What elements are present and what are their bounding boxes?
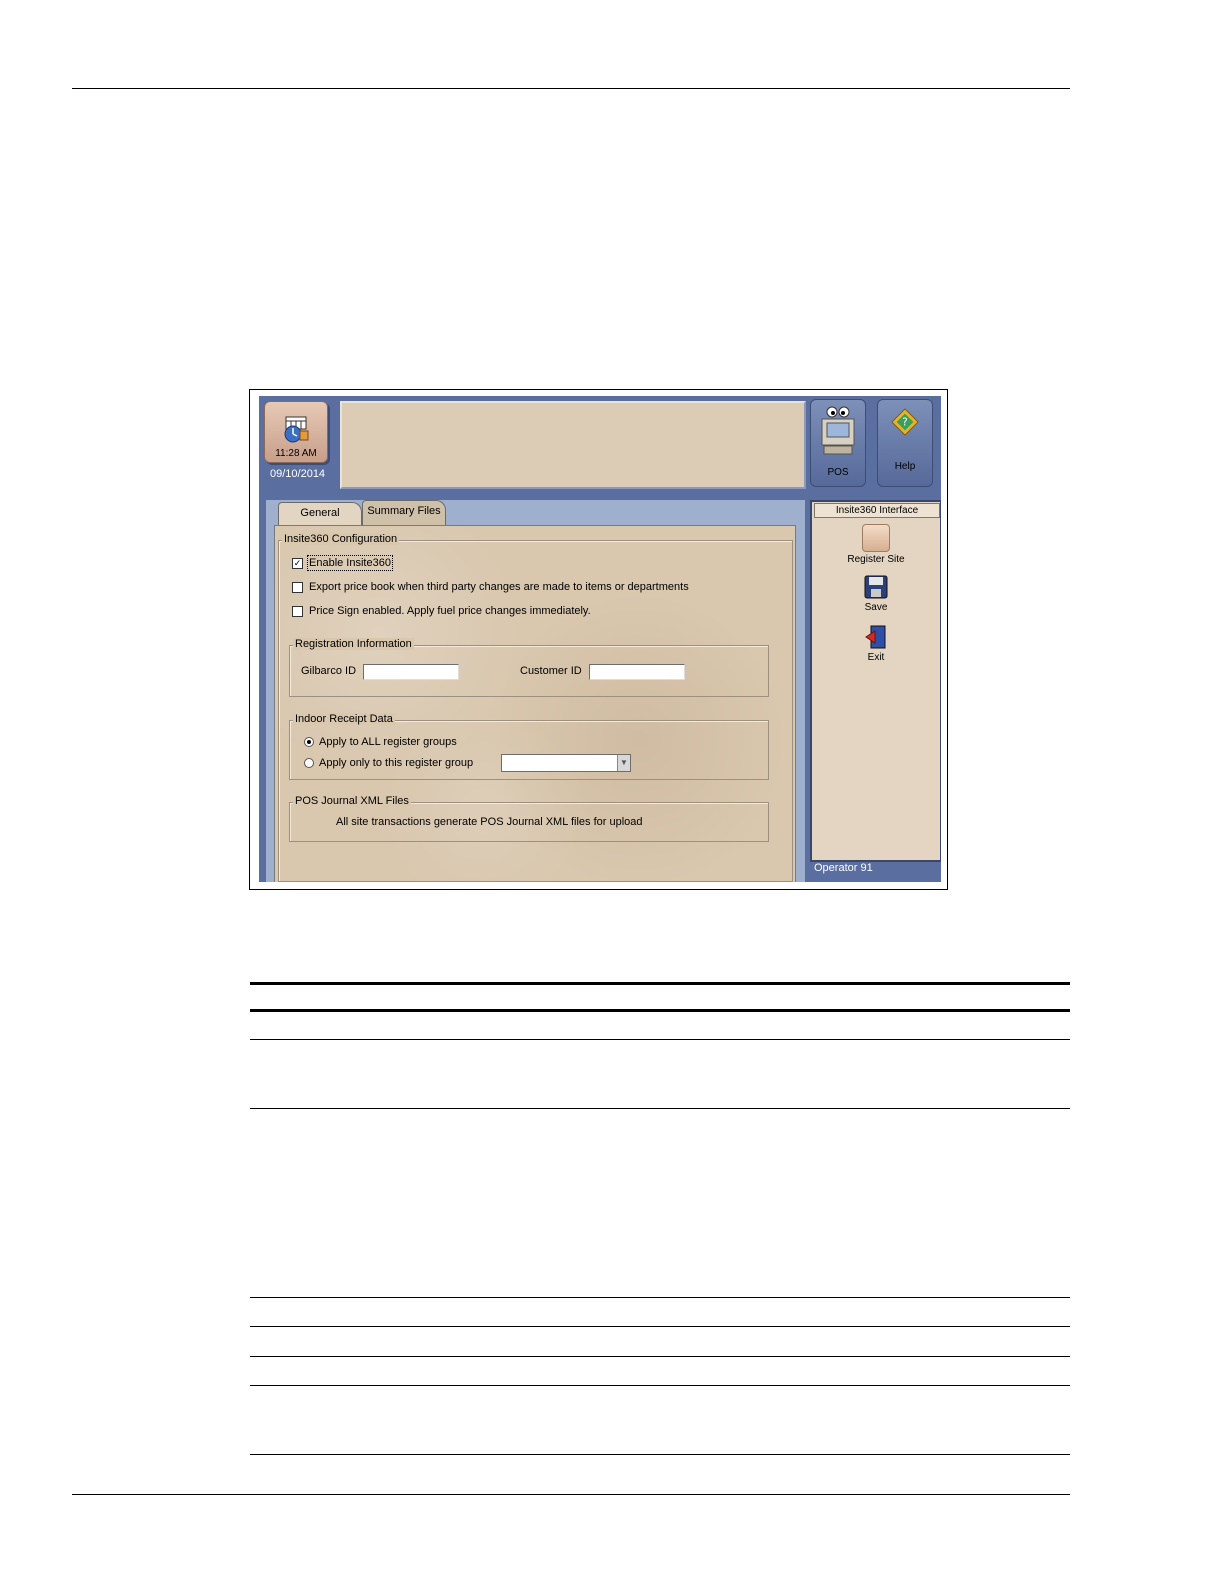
chevron-down-icon[interactable]: ▼ [617,755,630,771]
table-top-rule [250,982,1070,985]
gilbarco-id-field[interactable] [363,664,459,680]
help-button-label: Help [894,461,916,472]
screenshot-frame: 11:28 AM 09/10/2014 POS ? Help General S… [249,389,948,890]
message-area [340,401,806,489]
export-price-book-option[interactable]: Export price book when third party chang… [292,581,689,593]
operator-label: Operator 91 [814,862,873,874]
exit-door-icon [865,625,886,649]
help-button[interactable]: ? Help [877,399,933,487]
pos-button-label: POS [827,467,849,478]
price-sign-label: Price Sign enabled. Apply fuel price cha… [309,605,591,617]
insite360-window: 11:28 AM 09/10/2014 POS ? Help General S… [259,396,941,882]
table-row-rule [250,1297,1070,1298]
pos-journal-xml-text: All site transactions generate POS Journ… [336,816,643,828]
apply-this-group-label: Apply only to this register group [319,757,474,769]
customer-id-label: Customer ID [520,665,582,677]
apply-all-groups-radio[interactable] [304,737,314,748]
footer-rule [72,1494,1070,1495]
main-panel: General Summary Files Insite360 Configur… [266,500,805,882]
enable-insite360-checkbox[interactable]: ✓ [292,557,303,569]
table-row-rule [250,1454,1070,1455]
apply-all-groups-label: Apply to ALL register groups [319,736,457,748]
insite360-configuration-group: Insite360 Configuration ✓ Enable Insite36… [278,533,793,882]
exit-label: Exit [867,652,885,663]
general-tab-content: Insite360 Configuration ✓ Enable Insite36… [274,525,796,882]
apply-this-group-option[interactable]: Apply only to this register group [304,757,473,769]
save-button[interactable]: Save [812,574,940,613]
register-site-label: Register Site [847,554,905,565]
side-panel-title: Insite360 Interface [814,503,940,518]
clock-time: 11:28 AM [275,448,317,459]
apply-this-group-radio[interactable] [304,758,314,769]
register-site-button[interactable]: Register Site [812,524,940,565]
table-row-rule [250,1385,1070,1386]
save-label: Save [864,602,888,613]
table-header-rule [250,1009,1070,1012]
pos-journal-xml-group: POS Journal XML Files All site transacti… [289,795,769,842]
registration-information-legend: Registration Information [293,638,414,650]
registration-information-group: Registration Information Gilbarco ID Cus… [289,638,769,697]
side-panel: Insite360 Interface Register Site Save E… [810,500,941,862]
exit-button[interactable]: Exit [812,624,940,663]
table-row-rule [250,1326,1070,1327]
pos-button[interactable]: POS [810,399,866,487]
register-group-select[interactable]: ▼ [501,754,631,772]
svg-text:?: ? [902,417,907,429]
enable-insite360-option[interactable]: ✓ Enable Insite360 [292,555,393,571]
insite360-configuration-legend: Insite360 Configuration [282,533,400,545]
clock-date: 09/10/2014 [270,468,326,480]
floppy-disk-icon [864,575,888,599]
clock-calendar-icon [284,416,309,443]
price-sign-checkbox[interactable] [292,605,303,617]
table-row-rule [250,1356,1070,1357]
table-row-rule [250,1039,1070,1040]
customer-id-field[interactable] [589,664,685,680]
export-price-book-checkbox[interactable] [292,581,303,593]
clock-button[interactable]: 11:28 AM [264,401,328,463]
pos-terminal-icon [821,406,855,455]
table-row-rule [250,1108,1070,1109]
tab-summary-files[interactable]: Summary Files [362,500,446,527]
indoor-receipt-data-legend: Indoor Receipt Data [293,713,395,725]
indoor-receipt-data-group: Indoor Receipt Data Apply to ALL registe… [289,713,769,780]
export-price-book-label: Export price book when third party chang… [309,581,689,593]
pos-journal-xml-legend: POS Journal XML Files [293,795,411,807]
help-diamond-icon: ? [891,408,919,436]
register-site-icon [862,524,890,552]
enable-insite360-label: Enable Insite360 [307,555,393,571]
price-sign-option[interactable]: Price Sign enabled. Apply fuel price cha… [292,605,591,617]
gilbarco-id-label: Gilbarco ID [301,665,357,677]
apply-all-groups-option[interactable]: Apply to ALL register groups [304,736,457,748]
header-rule [72,88,1070,89]
